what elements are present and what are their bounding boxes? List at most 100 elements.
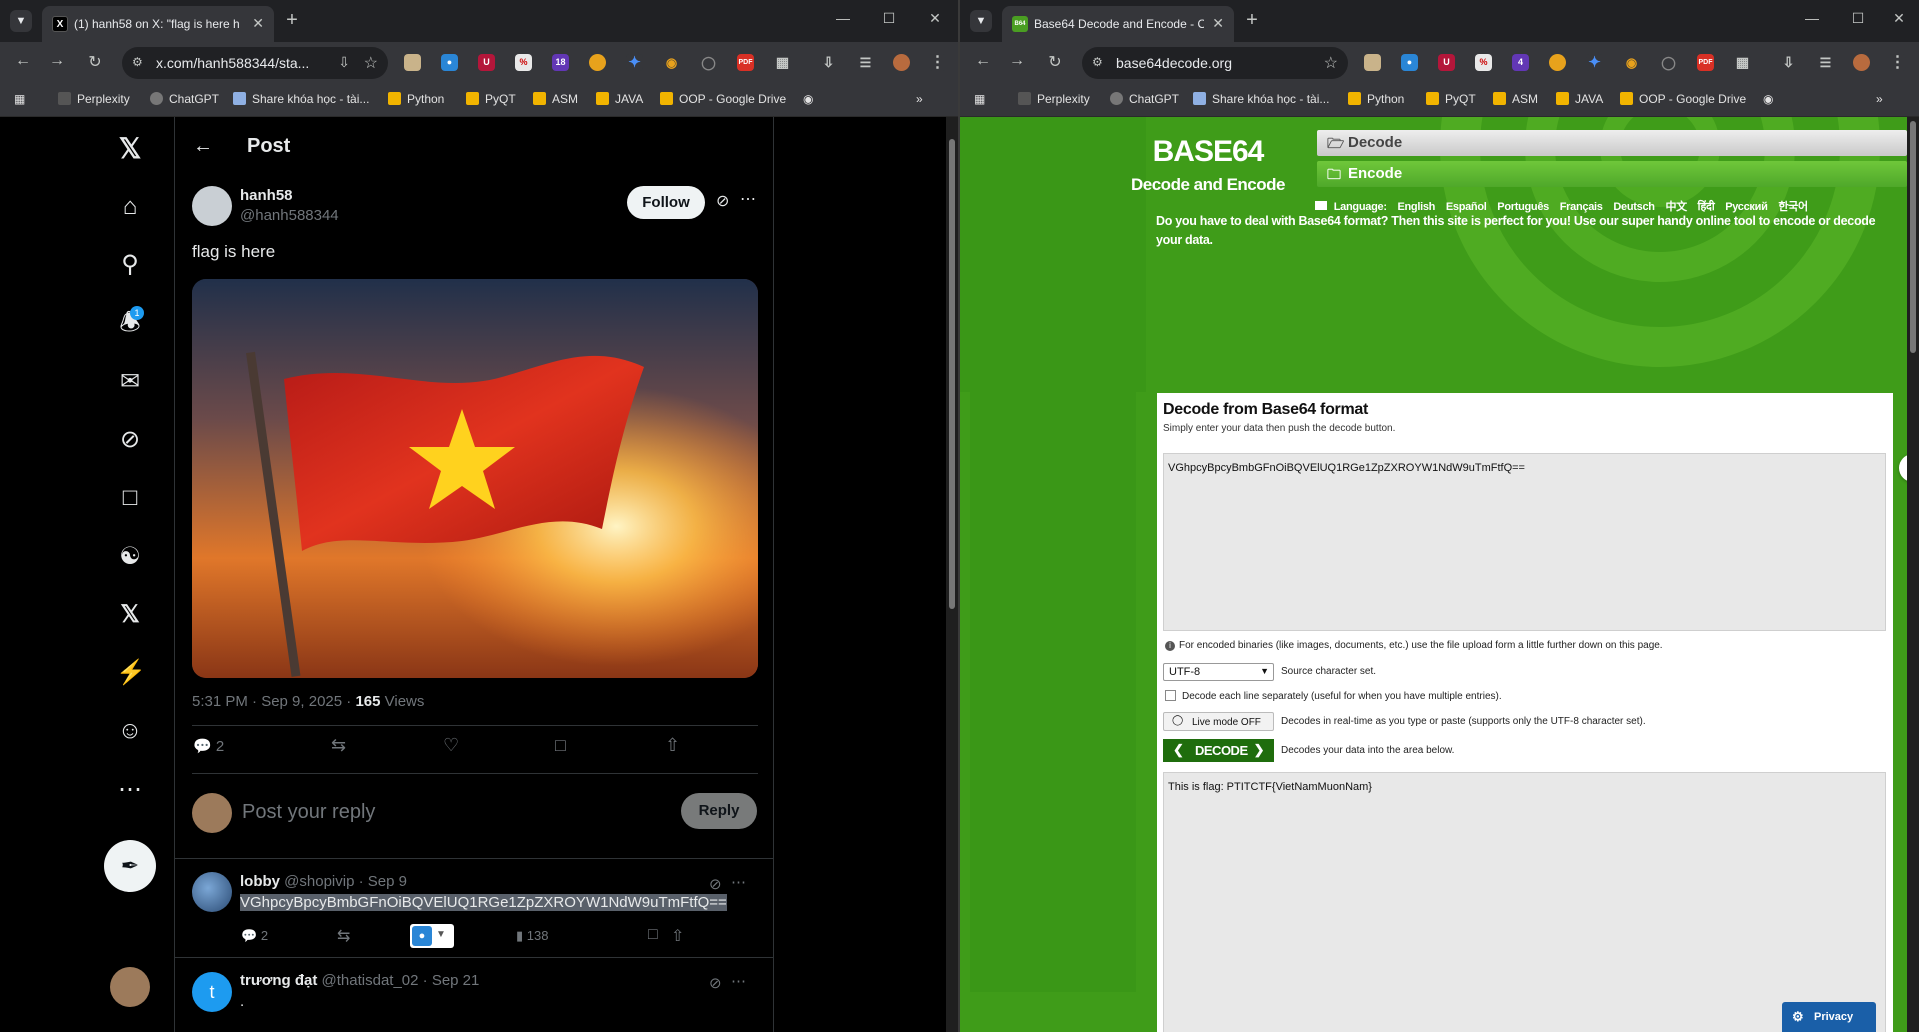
- bookmark-oop[interactable]: OOP - Google Drive: [660, 92, 786, 106]
- extensions-menu-icon[interactable]: ▦: [774, 54, 791, 71]
- reply-author-name[interactable]: lobby: [240, 873, 280, 890]
- globe-icon[interactable]: ◉: [1763, 92, 1773, 106]
- bookmarks-icon[interactable]: □: [116, 484, 144, 512]
- charset-select[interactable]: UTF-8 ▼: [1163, 663, 1274, 681]
- tab-search-button[interactable]: ▼: [10, 10, 32, 32]
- more-options-icon[interactable]: ⋯: [740, 189, 756, 209]
- reply-action[interactable]: 💬 2: [193, 737, 224, 755]
- author-display-name[interactable]: hanh58: [240, 187, 293, 204]
- cookie-icon[interactable]: ◉: [1623, 54, 1640, 71]
- grok-icon[interactable]: ⊘: [716, 191, 729, 211]
- each-line-label[interactable]: Decode each line separately (useful for …: [1182, 691, 1502, 702]
- puzzle-icon[interactable]: ✦: [1586, 54, 1603, 71]
- apps-icon[interactable]: ▦: [974, 92, 985, 106]
- reply-author-handle[interactable]: @thatisdat_02 · Sep 21: [322, 972, 480, 989]
- tab-base64[interactable]: B64 Base64 Decode and Encode - O ✕: [1002, 6, 1234, 42]
- extension-shield-icon[interactable]: U: [1438, 54, 1455, 71]
- bookmark-chatgpt[interactable]: ChatGPT: [150, 92, 219, 106]
- grok-icon[interactable]: ⊘: [116, 426, 144, 454]
- extension-icon[interactable]: %: [515, 54, 532, 71]
- follow-button[interactable]: Follow: [627, 186, 705, 219]
- grok-icon[interactable]: ⊘: [709, 974, 722, 992]
- puzzle-icon[interactable]: ✦: [626, 54, 643, 71]
- extension-shield-icon[interactable]: U: [478, 54, 495, 71]
- bookmark-pyqt[interactable]: PyQT: [466, 92, 516, 106]
- extension-icon[interactable]: [1364, 54, 1381, 71]
- site-logo-title[interactable]: BASE64: [1142, 135, 1274, 169]
- download-icon[interactable]: ⇩: [1780, 54, 1797, 71]
- reply-avatar[interactable]: [192, 872, 232, 912]
- reply-avatar[interactable]: t: [192, 972, 232, 1012]
- tab-search-button[interactable]: ▼: [970, 10, 992, 32]
- install-app-icon[interactable]: ⇩: [338, 54, 350, 71]
- repost-icon[interactable]: ⇆: [337, 926, 350, 946]
- bookmark-java[interactable]: JAVA: [1556, 92, 1603, 106]
- more-bookmarks-icon[interactable]: »: [916, 92, 923, 106]
- bookmark-chatgpt[interactable]: ChatGPT: [1110, 92, 1179, 106]
- reload-icon[interactable]: ↻: [1044, 52, 1066, 72]
- close-tab-icon[interactable]: ✕: [252, 15, 264, 32]
- extension-icon[interactable]: [589, 54, 606, 71]
- globe-icon[interactable]: ◉: [803, 92, 813, 106]
- bookmark-asm[interactable]: ASM: [1493, 92, 1538, 106]
- reply-author-handle[interactable]: @shopivip · Sep 9: [284, 873, 407, 890]
- pdf-icon[interactable]: PDF: [1697, 54, 1714, 71]
- maximize-button[interactable]: ☐: [1843, 10, 1873, 27]
- compose-post-button[interactable]: ✒: [104, 840, 156, 892]
- x-logo-icon[interactable]: 𝕏: [116, 135, 144, 163]
- bookmark-python[interactable]: Python: [1348, 92, 1404, 106]
- apps-icon[interactable]: ▦: [14, 92, 25, 106]
- pdf-icon[interactable]: PDF: [737, 54, 754, 71]
- extension-badge-icon[interactable]: 4: [1512, 54, 1529, 71]
- bookmark-icon[interactable]: □: [555, 735, 566, 756]
- bookmark-oop[interactable]: OOP - Google Drive: [1620, 92, 1746, 106]
- bookmark-star-icon[interactable]: ☆: [364, 53, 378, 73]
- author-handle[interactable]: @hanh588344: [240, 207, 339, 224]
- bookmark-icon[interactable]: □: [648, 926, 658, 944]
- premium-x-icon[interactable]: 𝕏: [116, 601, 144, 629]
- extension-drop-icon[interactable]: ●: [1401, 54, 1418, 71]
- back-icon[interactable]: ←: [972, 52, 994, 70]
- decode-button[interactable]: ❮ DECODE ❯: [1163, 739, 1274, 762]
- extension-drop-icon[interactable]: ●: [441, 54, 458, 71]
- account-avatar[interactable]: [110, 967, 150, 1007]
- address-bar[interactable]: ⚙ base64decode.org ☆: [1082, 47, 1348, 79]
- nav-decode-tab[interactable]: 🗁 Decode: [1317, 130, 1907, 156]
- more-bookmarks-icon[interactable]: »: [1876, 92, 1883, 106]
- menu-kebab-icon[interactable]: ⋮: [929, 54, 946, 71]
- chevron-down-icon[interactable]: ▼: [436, 929, 446, 940]
- media-icon[interactable]: ☰: [857, 54, 874, 71]
- share-icon[interactable]: ⇧: [665, 735, 680, 756]
- cookie-icon[interactable]: ◉: [663, 54, 680, 71]
- forward-icon[interactable]: →: [1006, 52, 1028, 70]
- tab-x-post[interactable]: X (1) hanh58 on X: "flag is here h ✕: [42, 6, 274, 42]
- author-avatar[interactable]: [192, 186, 232, 226]
- extension-icon[interactable]: %: [1475, 54, 1492, 71]
- bookmark-perplexity[interactable]: Perplexity: [1018, 92, 1090, 106]
- bookmark-python[interactable]: Python: [388, 92, 444, 106]
- bookmark-star-icon[interactable]: ☆: [1324, 53, 1338, 73]
- live-mode-toggle[interactable]: ◯ Live mode OFF: [1163, 712, 1274, 731]
- close-tab-icon[interactable]: ✕: [1212, 15, 1224, 32]
- more-options-icon[interactable]: ⋯: [731, 873, 746, 891]
- extension-icon[interactable]: ◯: [700, 54, 717, 71]
- scrollbar-thumb[interactable]: [949, 139, 955, 609]
- scrollbar[interactable]: [946, 117, 958, 1032]
- menu-kebab-icon[interactable]: ⋮: [1889, 54, 1906, 71]
- extensions-menu-icon[interactable]: ▦: [1734, 54, 1751, 71]
- maximize-button[interactable]: ☐: [874, 10, 904, 27]
- close-window-button[interactable]: ✕: [1884, 10, 1914, 27]
- close-window-button[interactable]: ✕: [920, 10, 950, 27]
- new-tab-button[interactable]: +: [1240, 9, 1264, 32]
- extension-icon[interactable]: ◯: [1660, 54, 1677, 71]
- scrollbar-thumb[interactable]: [1910, 121, 1916, 353]
- water-drop-icon[interactable]: ●: [412, 926, 432, 946]
- nav-encode-tab[interactable]: 🗀 Encode: [1317, 161, 1907, 187]
- bookmark-share[interactable]: Share khóa học - tài...: [1193, 92, 1329, 106]
- verified-orgs-icon[interactable]: ⚡: [116, 659, 146, 687]
- bookmark-perplexity[interactable]: Perplexity: [58, 92, 130, 106]
- each-line-checkbox[interactable]: [1165, 690, 1176, 701]
- search-icon[interactable]: ⚲: [116, 251, 144, 279]
- post-image[interactable]: [192, 279, 758, 678]
- messages-icon[interactable]: ✉: [116, 368, 144, 396]
